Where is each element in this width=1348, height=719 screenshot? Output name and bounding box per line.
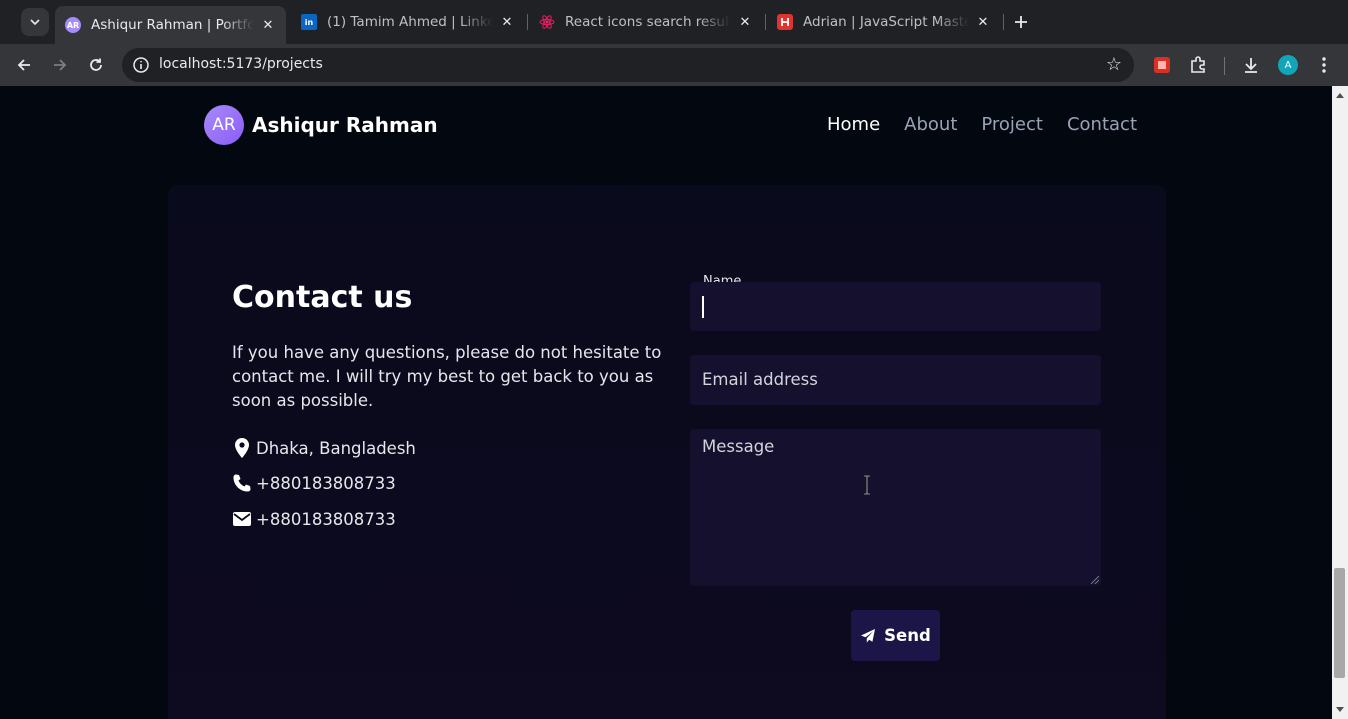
site-navbar: AR Ashiqur Rahman Home About Project Con… — [0, 86, 1332, 166]
profile-avatar[interactable]: A — [1278, 55, 1298, 75]
nav-link-about[interactable]: About — [904, 114, 957, 135]
tab-portfolio[interactable]: AR Ashiqur Rahman | Portfolio ✕ — [55, 6, 286, 44]
js-mastery-icon — [777, 14, 793, 30]
nav-links: Home About Project Contact — [827, 114, 1137, 135]
close-icon[interactable]: ✕ — [499, 15, 515, 30]
back-button[interactable] — [12, 53, 36, 77]
portfolio-favicon-icon: AR — [65, 17, 81, 33]
tab-js-mastery[interactable]: Adrian | JavaScript Mastery ✕ — [769, 6, 999, 38]
phone-text: +880183808733 — [256, 473, 396, 493]
tab-react-icons[interactable]: React icons search results ✕ — [531, 6, 761, 38]
name-field[interactable] — [690, 282, 1101, 331]
contact-description: If you have any questions, please do not… — [232, 343, 662, 410]
arrow-right-icon — [54, 59, 67, 71]
contact-location: Dhaka, Bangladesh — [232, 437, 416, 459]
mail-icon — [233, 512, 251, 526]
linkedin-icon: in — [301, 14, 317, 30]
tab-title: Ashiqur Rahman | Portfolio — [91, 17, 254, 33]
kebab-menu-icon[interactable] — [1313, 54, 1335, 76]
send-button[interactable]: Send — [851, 610, 940, 661]
react-icon — [539, 14, 555, 30]
page-scrollbar[interactable] — [1332, 86, 1348, 719]
tab-title: React icons search results — [565, 14, 731, 30]
browser-toolbar: localhost:5173/projects ☆ A — [0, 44, 1348, 86]
nav-link-home[interactable]: Home — [827, 114, 880, 135]
contact-phone: +880183808733 — [232, 473, 396, 493]
contact-card: Contact us If you have any questions, pl… — [168, 185, 1166, 719]
browser-tab-strip: AR Ashiqur Rahman | Portfolio ✕ in (1) T… — [0, 0, 1348, 44]
arrow-left-icon — [17, 59, 30, 71]
scrollbar-thumb[interactable] — [1334, 568, 1345, 678]
tab-divider — [1003, 14, 1004, 30]
extensions-puzzle-icon[interactable] — [1187, 54, 1209, 76]
location-text: Dhaka, Bangladesh — [256, 438, 416, 458]
new-tab-button[interactable] — [1009, 10, 1033, 34]
logo-name[interactable]: Ashiqur Rahman — [252, 113, 438, 137]
tab-divider — [765, 14, 766, 30]
reload-button[interactable] — [84, 53, 108, 77]
nav-link-project[interactable]: Project — [981, 114, 1043, 135]
text-caret — [702, 296, 704, 318]
close-icon[interactable]: ✕ — [260, 18, 276, 33]
send-label: Send — [884, 626, 931, 645]
contact-title: Contact us — [232, 280, 413, 315]
map-pin-icon — [235, 438, 249, 458]
tab-linkedin[interactable]: in (1) Tamim Ahmed | LinkedIn ✕ — [293, 6, 523, 38]
page-viewport: AR Ashiqur Rahman Home About Project Con… — [0, 86, 1332, 719]
close-icon[interactable]: ✕ — [737, 15, 753, 30]
message-textarea[interactable]: Message — [690, 429, 1101, 586]
resize-handle-icon[interactable] — [1091, 576, 1099, 584]
chevron-down-icon — [30, 19, 40, 25]
email-field[interactable]: Email address — [690, 355, 1101, 405]
download-icon[interactable] — [1240, 54, 1262, 76]
site-info-icon[interactable] — [132, 56, 150, 74]
email-text: +880183808733 — [256, 509, 396, 529]
tab-title: (1) Tamim Ahmed | LinkedIn — [327, 14, 493, 30]
bookmark-star-icon[interactable]: ☆ — [1106, 54, 1122, 75]
nav-link-contact[interactable]: Contact — [1067, 114, 1137, 135]
tab-title: Adrian | JavaScript Mastery — [803, 14, 969, 30]
logo-avatar[interactable]: AR — [204, 105, 244, 145]
tab-search-button[interactable] — [21, 8, 49, 36]
scroll-down-arrow-icon[interactable] — [1336, 707, 1344, 712]
address-bar[interactable]: localhost:5173/projects ☆ — [122, 48, 1134, 82]
paper-plane-icon — [861, 628, 876, 642]
reload-icon — [90, 58, 102, 71]
tab-divider — [527, 14, 528, 30]
extension-icon[interactable] — [1151, 54, 1173, 76]
url-text[interactable]: localhost:5173/projects — [159, 56, 323, 72]
contact-email: +880183808733 — [232, 509, 396, 529]
email-placeholder: Email address — [702, 370, 818, 389]
close-icon[interactable]: ✕ — [975, 15, 991, 30]
toolbar-divider — [1224, 57, 1225, 75]
plus-icon — [1015, 16, 1027, 28]
text-cursor-icon — [862, 475, 872, 500]
forward-button[interactable] — [48, 53, 72, 77]
scroll-up-arrow-icon[interactable] — [1336, 93, 1344, 98]
phone-icon — [233, 474, 251, 492]
message-placeholder: Message — [702, 437, 775, 456]
